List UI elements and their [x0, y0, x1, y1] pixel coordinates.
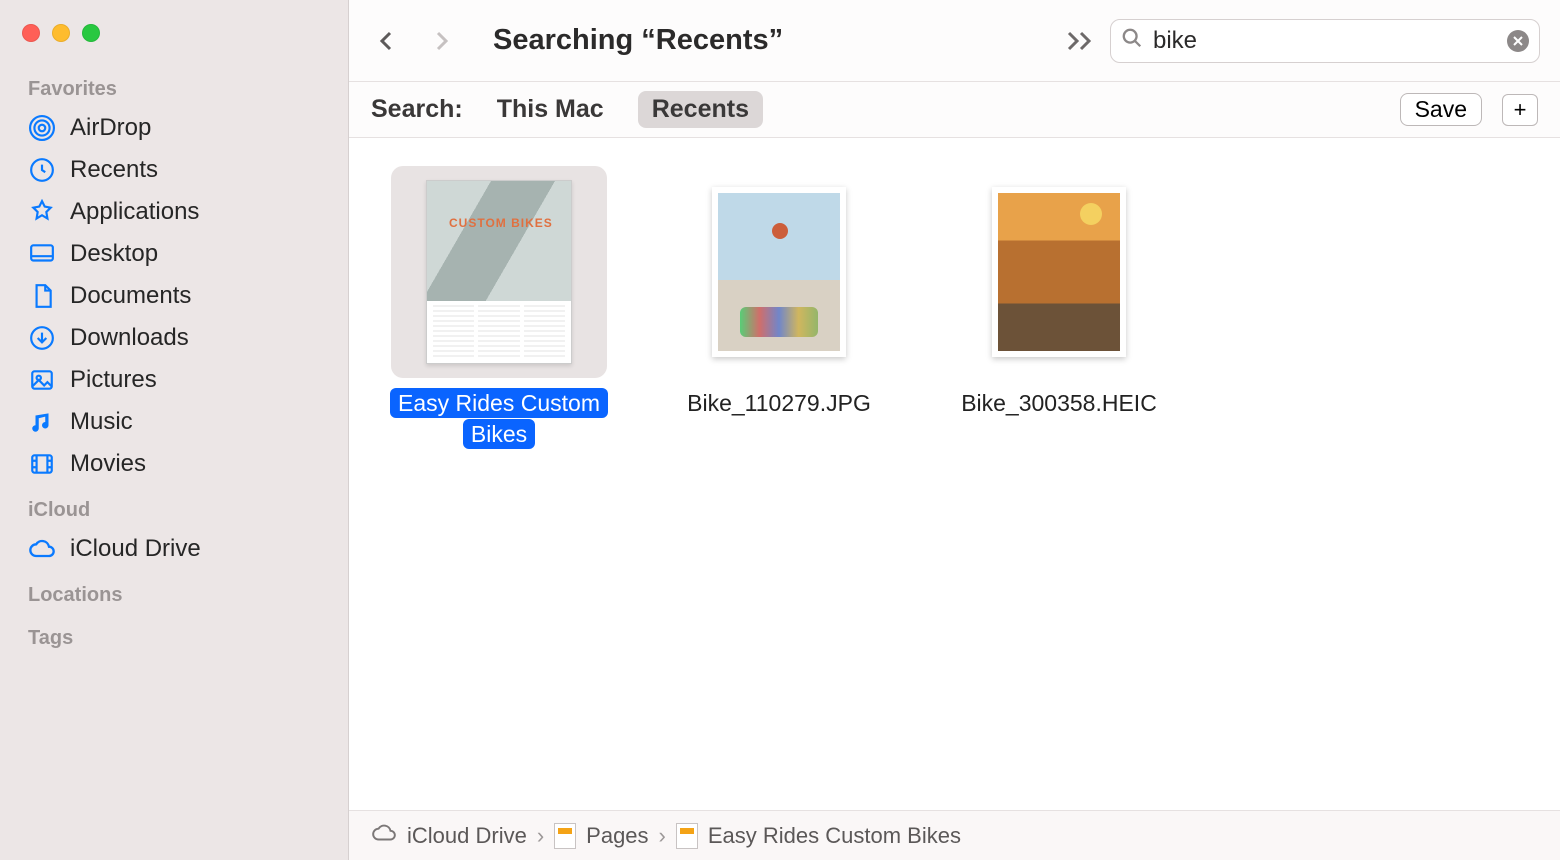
path-seg-pages[interactable]: Pages [586, 823, 648, 849]
favorites-header: Favorites [0, 64, 348, 107]
thumb-title-text: CUSTOM BIKES [449, 217, 553, 229]
sidebar-item-pictures[interactable]: Pictures [0, 359, 348, 401]
chevron-right-icon: › [659, 823, 666, 849]
window-controls [0, 18, 348, 64]
search-field-wrap [1110, 19, 1540, 63]
file-name: Bike_110279.JPG [687, 388, 871, 419]
file-name: Easy Rides Custom Bikes [389, 388, 609, 450]
scope-this-mac[interactable]: This Mac [483, 91, 618, 128]
path-bar: iCloud Drive › Pages › Easy Rides Custom… [349, 810, 1560, 860]
pages-document-icon [676, 823, 698, 849]
music-icon [28, 408, 56, 436]
search-input[interactable] [1153, 27, 1497, 55]
sidebar-item-music[interactable]: Music [0, 401, 348, 443]
sidebar-item-label: Downloads [70, 324, 189, 352]
airdrop-icon [28, 114, 56, 142]
document-icon [28, 282, 56, 310]
scope-recents[interactable]: Recents [638, 91, 763, 128]
applications-icon [28, 198, 56, 226]
search-icon [1121, 27, 1143, 54]
pages-folder-icon [554, 823, 576, 849]
sidebar-item-label: Movies [70, 450, 146, 478]
overflow-button[interactable] [1060, 31, 1100, 51]
locations-header: Locations [0, 570, 348, 613]
window-title: Searching “Recents” [493, 24, 783, 57]
icloud-header: iCloud [0, 485, 348, 528]
file-thumbnail: CUSTOM BIKES [391, 166, 607, 378]
sidebar-item-label: Pictures [70, 366, 157, 394]
file-name: Bike_300358.HEIC [961, 388, 1157, 419]
desktop-icon [28, 240, 56, 268]
file-thumbnail [671, 166, 887, 378]
close-window-button[interactable] [22, 24, 40, 42]
path-seg-file[interactable]: Easy Rides Custom Bikes [708, 823, 961, 849]
sidebar-item-airdrop[interactable]: AirDrop [0, 107, 348, 149]
file-item[interactable]: Bike_110279.JPG [669, 166, 889, 419]
sidebar-item-downloads[interactable]: Downloads [0, 317, 348, 359]
file-item[interactable]: Bike_300358.HEIC [949, 166, 1169, 419]
forward-button[interactable] [419, 19, 463, 63]
file-thumbnail [951, 166, 1167, 378]
save-search-button[interactable]: Save [1400, 93, 1482, 126]
tags-header: Tags [0, 613, 348, 656]
sidebar-item-label: Recents [70, 156, 158, 184]
sidebar-item-label: iCloud Drive [70, 535, 201, 563]
back-button[interactable] [365, 19, 409, 63]
cloud-icon [371, 820, 397, 852]
sidebar-item-recents[interactable]: Recents [0, 149, 348, 191]
search-scope-bar: Search: This Mac Recents Save + [349, 82, 1560, 138]
photo-thumb [712, 187, 846, 357]
toolbar: Searching “Recents” [349, 0, 1560, 82]
sidebar-item-desktop[interactable]: Desktop [0, 233, 348, 275]
downloads-icon [28, 324, 56, 352]
sidebar-item-label: Applications [70, 198, 199, 226]
sidebar-item-movies[interactable]: Movies [0, 443, 348, 485]
minimize-window-button[interactable] [52, 24, 70, 42]
path-seg-icloud[interactable]: iCloud Drive [407, 823, 527, 849]
sidebar-item-applications[interactable]: Applications [0, 191, 348, 233]
sidebar-item-label: AirDrop [70, 114, 151, 142]
pages-document-thumb: CUSTOM BIKES [426, 180, 572, 364]
clock-icon [28, 156, 56, 184]
fullscreen-window-button[interactable] [82, 24, 100, 42]
sidebar-item-label: Documents [70, 282, 191, 310]
pictures-icon [28, 366, 56, 394]
sidebar-item-icloud-drive[interactable]: iCloud Drive [0, 528, 348, 570]
add-criteria-button[interactable]: + [1502, 94, 1538, 126]
sidebar: Favorites AirDrop Recents Applications D… [0, 0, 349, 860]
cloud-icon [28, 535, 56, 563]
sidebar-item-documents[interactable]: Documents [0, 275, 348, 317]
chevron-right-icon: › [537, 823, 544, 849]
search-label: Search: [371, 95, 463, 124]
photo-thumb [992, 187, 1126, 357]
sidebar-item-label: Desktop [70, 240, 158, 268]
main-pane: Searching “Recents” Search: This Mac Rec… [349, 0, 1560, 860]
clear-search-button[interactable] [1507, 30, 1529, 52]
sidebar-item-label: Music [70, 408, 133, 436]
movies-icon [28, 450, 56, 478]
file-item[interactable]: CUSTOM BIKES Easy Rides Custom Bikes [389, 166, 609, 450]
file-grid: CUSTOM BIKES Easy Rides Custom Bikes Bik… [349, 138, 1560, 810]
